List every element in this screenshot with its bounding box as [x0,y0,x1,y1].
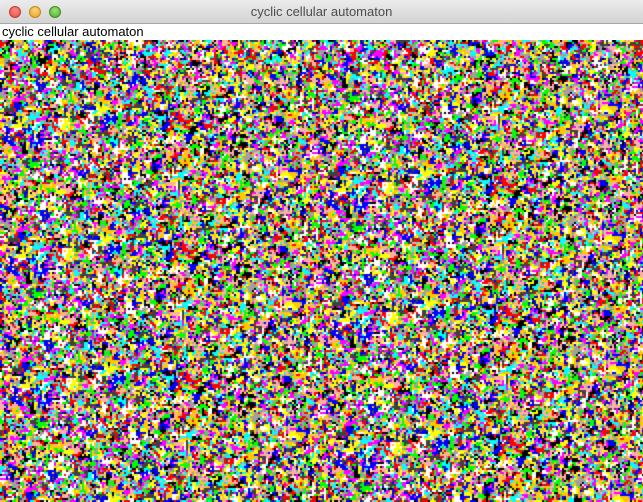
window-title: cyclic cellular automaton [250,4,393,19]
automaton-canvas-area[interactable] [0,40,643,502]
header-label: cyclic cellular automaton [2,24,144,39]
title-bar[interactable]: cyclic cellular automaton [0,0,643,24]
automaton-canvas[interactable] [0,40,643,502]
app-window: cyclic cellular automaton cyclic cellula… [0,0,643,502]
